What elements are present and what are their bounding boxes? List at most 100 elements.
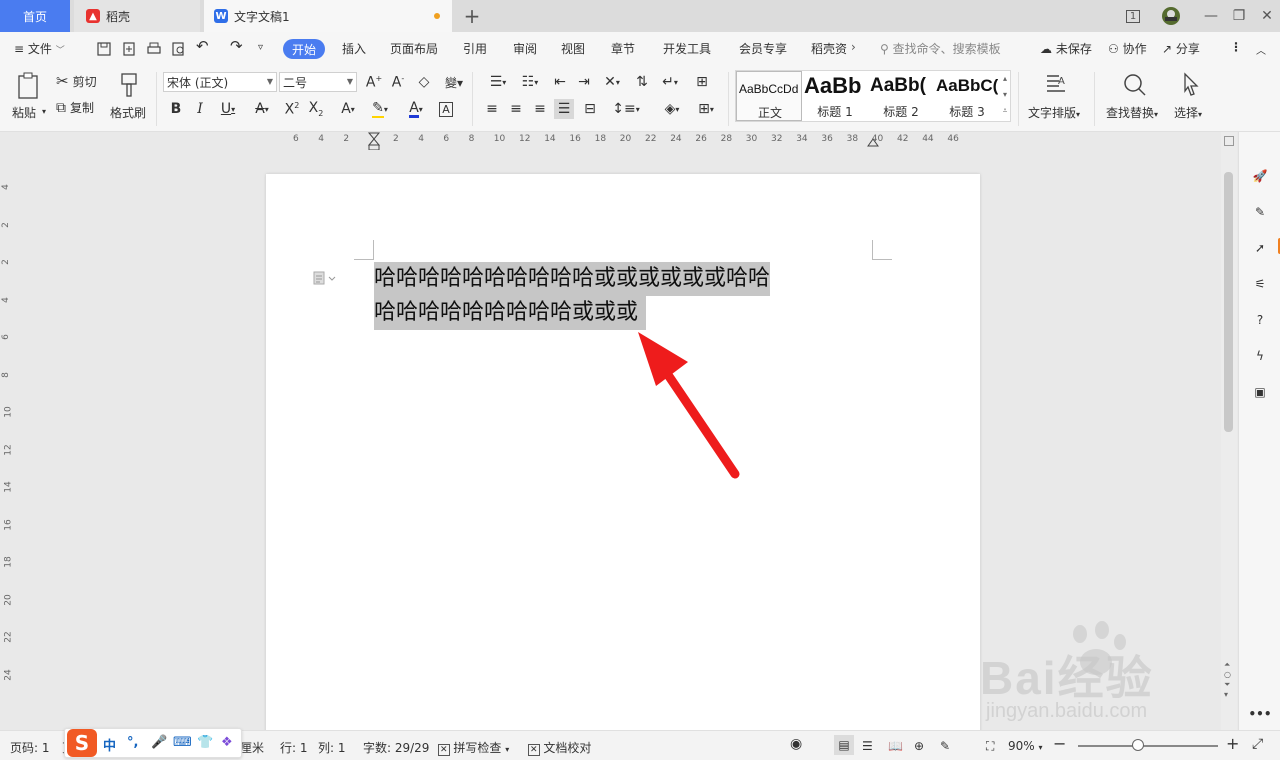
align-center-button[interactable]: ≡ [506,99,526,119]
tab-insert[interactable]: 插入 [342,40,366,57]
selected-text-line-1[interactable]: 哈哈哈哈哈哈哈哈哈哈或或或或或或哈哈 [374,262,771,296]
align-right-button[interactable]: ≡ [530,99,550,119]
export-pdf-icon[interactable] [121,41,137,57]
doc-proof-button[interactable]: ✕ 文档校对 [528,739,591,756]
tab-home[interactable]: 首页 [0,0,70,32]
show-marks-button[interactable]: ↵ ▾ [656,72,684,92]
unsaved-dot-icon[interactable] [434,13,440,19]
shading-button[interactable]: ◈ ▾ [658,99,686,119]
style-heading-2[interactable]: AaBb( 标题 2 [868,71,934,121]
collapse-ribbon-button[interactable]: ︿ [1256,42,1266,57]
zoom-select[interactable]: 90% ▾ [1008,739,1043,753]
more-menu-button[interactable]: ⋮ [1230,40,1242,54]
paragraph-handle-icon[interactable] [312,270,338,286]
clear-format-button[interactable]: ◇ [414,72,434,92]
copy-button[interactable]: ⧉ 复制 [56,99,94,116]
keyboard-icon[interactable]: ⌨ [173,735,192,750]
zoom-in-button[interactable]: + [1226,734,1239,753]
minimize-button[interactable]: — [1196,0,1226,32]
select-button[interactable]: 选择▾ [1172,70,1212,124]
command-search[interactable]: ⚲ 查找命令、搜索模板 [880,40,1001,57]
toolbox-icon[interactable]: ❖ [221,735,233,750]
tab-references[interactable]: 引用 [463,40,487,57]
ime-punct-toggle[interactable]: °, [127,735,138,750]
selected-text-line-2[interactable]: 哈哈哈哈哈哈哈哈哈或或或 [374,296,647,330]
style-normal[interactable]: AaBbCcDd 正文 [736,71,802,121]
superscript-button[interactable]: X2 [282,99,302,119]
select-tool-button[interactable]: ➚ [1250,238,1270,258]
share-button[interactable]: ↗ 分享 [1162,40,1200,57]
bullets-button[interactable]: ☰ ▾ [484,72,512,92]
scrollbar-thumb[interactable] [1224,172,1233,432]
font-color-button[interactable]: A ▾ [402,99,430,119]
page-view-button[interactable]: 1 [1118,0,1148,32]
print-preview-icon[interactable] [171,41,187,57]
paste-button[interactable]: 粘贴 ▾ [10,70,50,124]
unsaved-button[interactable]: ☁ 未保存 [1040,40,1092,57]
indent-marker-icon[interactable] [366,132,386,152]
avatar[interactable] [1156,0,1186,32]
shrink-font-button[interactable]: A- [388,72,408,92]
undo-button[interactable]: ↶ [196,37,209,55]
char-border-button[interactable]: A [436,99,456,119]
file-menu[interactable]: ≡ 文件 ﹀ [14,40,65,57]
close-button[interactable]: ✕ [1252,0,1280,32]
more-tabs-button[interactable]: › [851,40,856,54]
vertical-scrollbar[interactable]: ⏶ ○ ⏷ ▾ [1221,132,1237,730]
tab-view[interactable]: 视图 [561,40,585,57]
zoom-out-button[interactable]: − [1053,734,1066,753]
style-gallery-scroll[interactable]: ▴ ▾ ⩡ [1000,71,1010,121]
text-layout-button[interactable]: A 文字排版▾ [1026,70,1086,124]
restore-button[interactable]: ❐ [1224,0,1254,32]
italic-button[interactable]: I [190,99,210,119]
vertical-ruler[interactable]: 4 2 2 4 6 8 10 12 14 16 18 20 22 24 [0,150,18,730]
zoom-slider-handle[interactable] [1132,739,1144,751]
format-painter-button[interactable]: 格式刷 [108,70,154,124]
numbering-button[interactable]: ☷ ▾ [516,72,544,92]
distribute-button[interactable]: ⊟ [580,99,600,119]
font-size-select[interactable]: 二号 ▼ [279,72,357,92]
style-heading-3[interactable]: AaBbC( 标题 3 [934,71,1000,121]
style-heading-1[interactable]: AaBb 标题 1 [802,71,868,121]
sogou-logo-icon[interactable]: S [67,729,97,757]
underline-button[interactable]: U ▾ [214,99,242,119]
rocket-button[interactable]: 🚀 [1250,166,1270,186]
tab-page-layout[interactable]: 页面布局 [390,40,438,57]
help-button[interactable]: ? [1250,310,1270,330]
borders-button[interactable]: ⊞ ▾ [692,99,720,119]
justify-button[interactable]: ☰ [554,99,574,119]
increase-indent-button[interactable]: ⇥ [574,72,594,92]
font-name-select[interactable]: 宋体 (正文) ▼ [163,72,277,92]
horizontal-ruler[interactable]: 6 4 2 2 4 6 8 10 12 14 16 18 20 22 24 26 28 30 32 34 36 38 40 4… [0,132,1220,151]
fullscreen-button[interactable]: ⤢ [1252,736,1263,752]
strikethrough-button[interactable]: A ▾ [248,99,276,119]
tab-document[interactable]: W 文字文稿1 [204,0,452,32]
quick-access-more-button[interactable]: ▿ [258,42,263,53]
eye-protection-button[interactable]: ◉ [790,736,802,752]
tab-developer[interactable]: 开发工具 [663,40,711,57]
bold-button[interactable]: B [166,99,186,119]
sidebar-more-button[interactable]: ••• [1249,704,1272,724]
outline-view-button[interactable]: ☰ [862,739,873,753]
web-view-button[interactable]: ⊕ [914,739,924,753]
sort-button[interactable]: ⇅ [632,72,652,92]
page-number-status[interactable]: 页码: 1 [10,739,50,756]
line-spacing-button[interactable]: ↕≡ ▾ [612,99,640,119]
save-icon[interactable] [96,41,112,57]
word-count-status[interactable]: 字数: 29/29 [363,739,429,756]
tab-daoke[interactable]: ▲ 稻壳 [74,0,200,32]
highlight-button[interactable]: ✎ ▾ [366,99,394,119]
phonetic-guide-button[interactable]: 變▾ [440,72,468,92]
scroll-nav-buttons[interactable]: ⏶ ○ ⏷ ▾ [1224,660,1231,700]
print-icon[interactable] [146,41,162,57]
collaborate-button[interactable]: ⚇ 协作 [1108,40,1147,57]
tab-chapter[interactable]: 章节 [611,40,635,57]
tab-start[interactable]: 开始 [283,39,325,59]
zoom-slider-track[interactable] [1078,745,1218,747]
tab-stops-button[interactable]: ⊞ [692,72,712,92]
edit-button[interactable]: ✎ [1250,202,1270,222]
grow-font-button[interactable]: A+ [364,72,384,92]
cut-button[interactable]: ✂ 剪切 [56,72,97,90]
subscript-button[interactable]: X2 [306,99,326,119]
tab-review[interactable]: 审阅 [513,40,537,57]
